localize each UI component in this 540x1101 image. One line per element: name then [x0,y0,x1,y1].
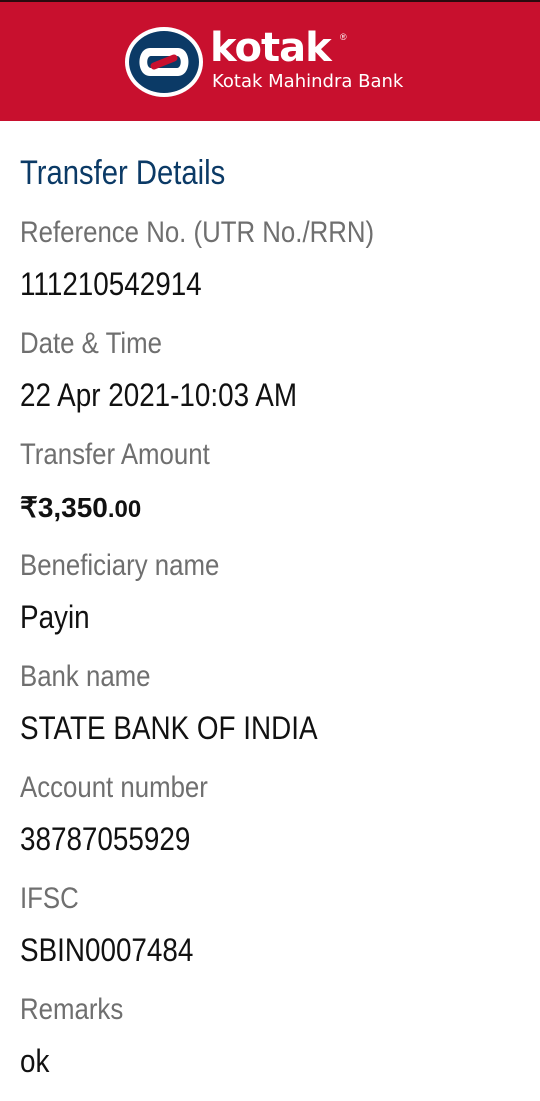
brand-name: kotak [210,25,332,71]
date-time-value: 22 Apr 2021-10:03 AM [20,377,298,413]
page-title: Transfer Details [20,154,226,192]
beneficiary-name-label: Beneficiary name [20,549,220,582]
reference-label: Reference No. (UTR No./RRN) [20,216,375,249]
ifsc-value: SBIN0007484 [20,932,194,968]
ifsc-label: IFSC [20,882,79,915]
bank-name-text: Kotak Mahindra Bank [212,71,404,92]
transfer-amount-label: Transfer Amount [20,438,210,471]
beneficiary-name-value: Payin [20,599,90,635]
app-header: kotak ® Kotak Mahindra Bank [0,0,540,121]
registered-mark: ® [340,32,347,42]
remarks-value: ok [20,1043,50,1079]
date-time-label: Date & Time [20,327,162,360]
account-number-label: Account number [20,771,208,804]
amount-decimal: .00 [107,496,142,523]
account-number-value: 38787055929 [20,821,191,857]
kotak-logo-icon [125,27,203,97]
remarks-label: Remarks [20,993,124,1026]
transfer-amount-value: ₹3,350.00 [20,490,141,531]
amount-main: ₹3,350 [20,492,108,523]
bank-name-label: Bank name [20,660,151,693]
reference-value: 111210542914 [20,266,202,302]
bank-name-value: STATE BANK OF INDIA [20,710,318,746]
